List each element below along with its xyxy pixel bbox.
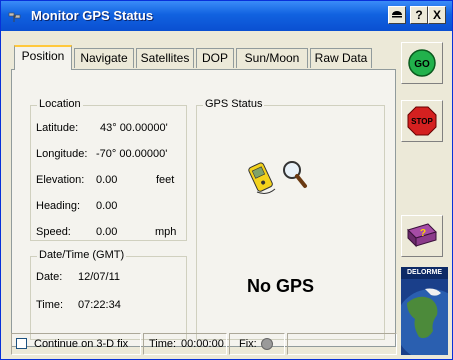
go-icon: GO xyxy=(408,49,436,77)
continue-on-3d-fix-label: Continue on 3-D fix xyxy=(34,338,129,350)
gps-status-group: GPS Status No GPS xyxy=(196,98,385,340)
stop-label: STOP xyxy=(411,117,433,126)
monitor-gps-window: Monitor GPS Status ? X Position Navigate… xyxy=(0,0,453,360)
window-title: Monitor GPS Status xyxy=(31,8,154,23)
time-label: Time: xyxy=(36,299,64,311)
speed-label: Speed: xyxy=(36,226,71,238)
stop-icon: STOP xyxy=(407,106,437,136)
time-pane: Time: 00:00:00 xyxy=(143,333,227,355)
tab-position[interactable]: Position xyxy=(14,45,72,70)
heading-label: Heading: xyxy=(36,200,81,212)
go-button[interactable]: GO xyxy=(401,42,443,84)
longitude-label: Longitude: xyxy=(36,148,88,160)
rollup-icon xyxy=(392,11,402,19)
status-time-label: Time: xyxy=(149,338,177,350)
delorme-logo: DELORME xyxy=(401,267,448,355)
position-panel: Location Latitude: 43° 00.00000' Longitu… xyxy=(11,69,396,347)
fix-indicator-icon xyxy=(261,338,273,350)
heading-value: 0.00 xyxy=(96,200,118,212)
date-value: 12/07/11 xyxy=(78,271,121,283)
tab-control: Position Navigate Satellites DOP Sun/Moo… xyxy=(11,41,396,347)
datetime-group: Date/Time (GMT) Date: 12/07/11 Time: 07:… xyxy=(30,249,187,340)
location-group-title: Location xyxy=(37,98,83,110)
title-bar[interactable]: Monitor GPS Status ? X xyxy=(1,1,452,31)
tab-raw-data[interactable]: Raw Data xyxy=(310,48,372,68)
help-book-icon: ? xyxy=(407,223,437,248)
longitude-value: -70° 00.00000' xyxy=(96,148,168,160)
status-time-value: 00:00:00 xyxy=(181,338,224,350)
speed-unit: mph xyxy=(155,226,177,238)
rollup-button[interactable] xyxy=(388,6,406,24)
gps-status-group-title: GPS Status xyxy=(203,98,265,110)
latitude-label: Latitude: xyxy=(36,122,79,134)
help-button[interactable]: ? xyxy=(410,6,428,24)
fix-pane: Fix: xyxy=(229,333,285,355)
stop-button[interactable]: STOP xyxy=(401,100,443,142)
latitude-value: 43° 00.00000' xyxy=(100,122,168,134)
delorme-brand: DELORME xyxy=(401,267,448,279)
continue-on-3d-fix-pane: Continue on 3-D fix xyxy=(11,333,141,355)
help-book-button[interactable]: ? xyxy=(401,215,443,257)
satellite-icon xyxy=(8,12,21,22)
elevation-unit: feet xyxy=(156,174,175,186)
elevation-value: 0.00 xyxy=(96,174,118,186)
tab-sun-moon[interactable]: Sun/Moon xyxy=(236,48,308,68)
speed-value: 0.00 xyxy=(96,226,118,238)
go-label: GO xyxy=(414,59,430,70)
close-button[interactable]: X xyxy=(428,6,446,24)
datetime-group-title: Date/Time (GMT) xyxy=(37,249,127,261)
continue-on-3d-fix-checkbox[interactable] xyxy=(16,338,27,349)
location-group: Location Latitude: 43° 00.00000' Longitu… xyxy=(30,98,187,241)
gps-status-message: No GPS xyxy=(247,276,315,296)
tab-dop[interactable]: DOP xyxy=(196,48,234,68)
status-empty-pane xyxy=(287,333,397,355)
tab-satellites[interactable]: Satellites xyxy=(136,48,194,68)
elevation-label: Elevation: xyxy=(36,174,85,186)
time-value: 07:22:34 xyxy=(78,299,121,311)
date-label: Date: xyxy=(36,271,63,283)
gps-device-search-icon xyxy=(248,161,307,194)
globe-icon xyxy=(401,288,448,355)
tab-navigate[interactable]: Navigate xyxy=(74,48,134,68)
fix-label: Fix: xyxy=(239,338,257,350)
help-book-label: ? xyxy=(420,228,426,239)
